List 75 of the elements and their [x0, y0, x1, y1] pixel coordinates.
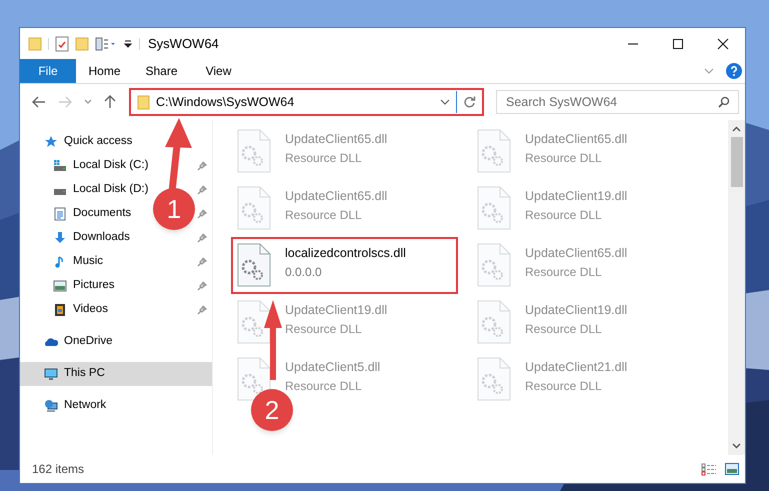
close-icon — [716, 38, 728, 50]
nav-item[interactable]: OneDrive — [64, 333, 113, 351]
pin-icon[interactable] — [197, 305, 207, 315]
nav-item[interactable]: Local Disk (C:) — [73, 157, 148, 175]
refresh-icon[interactable] — [463, 96, 476, 108]
ribbon-tab[interactable]: View — [190, 59, 247, 83]
file-menu-button[interactable]: File — [20, 59, 76, 83]
help-icon[interactable] — [726, 63, 742, 79]
large-icons-view-icon[interactable] — [725, 463, 739, 475]
search-icon[interactable] — [718, 96, 730, 108]
folder-icon — [75, 36, 89, 50]
view-options-icon — [95, 36, 117, 50]
nav-item[interactable]: Local Disk (D:) — [73, 181, 148, 199]
star-icon — [44, 135, 58, 149]
nav-item[interactable]: Downloads — [73, 229, 130, 247]
file-detail: Resource DLL — [525, 320, 603, 338]
file-name: UpdateClient19.dll — [525, 302, 628, 319]
pin-icon[interactable] — [197, 209, 207, 219]
search-field[interactable]: Search SysWOW64 — [496, 90, 739, 114]
window-title: SysWOW64 — [148, 34, 219, 53]
drive-icon — [53, 159, 67, 173]
pin-icon[interactable] — [197, 257, 207, 267]
file-detail: Resource DLL — [525, 150, 603, 167]
nav-item[interactable]: Pictures — [73, 277, 115, 295]
ribbon-tab[interactable]: Share — [133, 59, 190, 83]
picture-icon — [53, 279, 67, 293]
ribbon-tab[interactable]: Home — [76, 59, 133, 83]
nav-item[interactable]: Documents — [73, 205, 132, 223]
file-detail: Resource DLL — [525, 264, 603, 281]
expand-ribbon-icon[interactable] — [704, 67, 714, 75]
maximize-icon — [672, 38, 684, 50]
nav-item[interactable]: Quick access — [64, 133, 132, 151]
file-name: UpdateClient19.dll — [525, 188, 628, 205]
file-name: UpdateClient21.dll — [525, 359, 628, 376]
pin-icon[interactable] — [197, 233, 207, 243]
highlighted-file-item[interactable]: localizedcontrolscs.dll 0.0.0.0 — [231, 237, 458, 294]
down-arrow-icon — [53, 231, 67, 245]
details-view-icon[interactable] — [701, 462, 717, 476]
file-detail: Resource DLL — [285, 320, 363, 338]
file-name: UpdateClient65.dll — [285, 131, 388, 148]
folder-icon — [137, 94, 150, 110]
document-icon — [53, 207, 67, 221]
file-name: UpdateClient65.dll — [285, 188, 388, 205]
customize-caret-icon[interactable] — [123, 38, 133, 48]
back-arrow-icon[interactable] — [32, 96, 46, 108]
file-name: UpdateClient19.dll — [285, 302, 388, 319]
address-path: C:\Windows\SysWOW64 — [156, 94, 294, 111]
file-name: localizedcontrolscs.dll — [285, 245, 406, 262]
film-icon — [53, 303, 67, 317]
recent-caret-icon[interactable] — [84, 99, 92, 105]
up-arrow-icon[interactable] — [104, 95, 116, 109]
address-bar[interactable]: C:\Windows\SysWOW64 — [129, 88, 484, 116]
file-detail: Resource DLL — [525, 378, 603, 395]
nav-item[interactable]: Music — [73, 253, 104, 271]
pin-icon[interactable] — [197, 185, 207, 195]
file-name: UpdateClient5.dll — [285, 359, 380, 376]
monitor-icon — [44, 367, 58, 381]
pin-icon[interactable] — [197, 161, 207, 171]
file-detail: 0.0.0.0 — [285, 264, 323, 281]
pin-icon[interactable] — [197, 281, 207, 291]
selected-nav-item[interactable]: This PC — [20, 362, 212, 386]
network-icon — [44, 399, 58, 413]
nav-item[interactable]: Videos — [73, 301, 108, 319]
item-count: 162 items — [32, 461, 84, 478]
file-detail: Resource DLL — [525, 206, 603, 224]
folder-icon — [28, 36, 42, 50]
nav-item[interactable]: Network — [64, 397, 106, 415]
file-detail: Resource DLL — [285, 150, 363, 167]
scrollbar[interactable] — [728, 120, 745, 455]
file-name: UpdateClient65.dll — [525, 245, 628, 262]
file-name: UpdateClient65.dll — [525, 131, 628, 148]
scrollbar-thumb[interactable] — [730, 137, 742, 187]
file-detail: Resource DLL — [285, 206, 363, 224]
dropdown-caret-icon[interactable] — [440, 98, 450, 106]
properties-icon — [55, 36, 69, 52]
